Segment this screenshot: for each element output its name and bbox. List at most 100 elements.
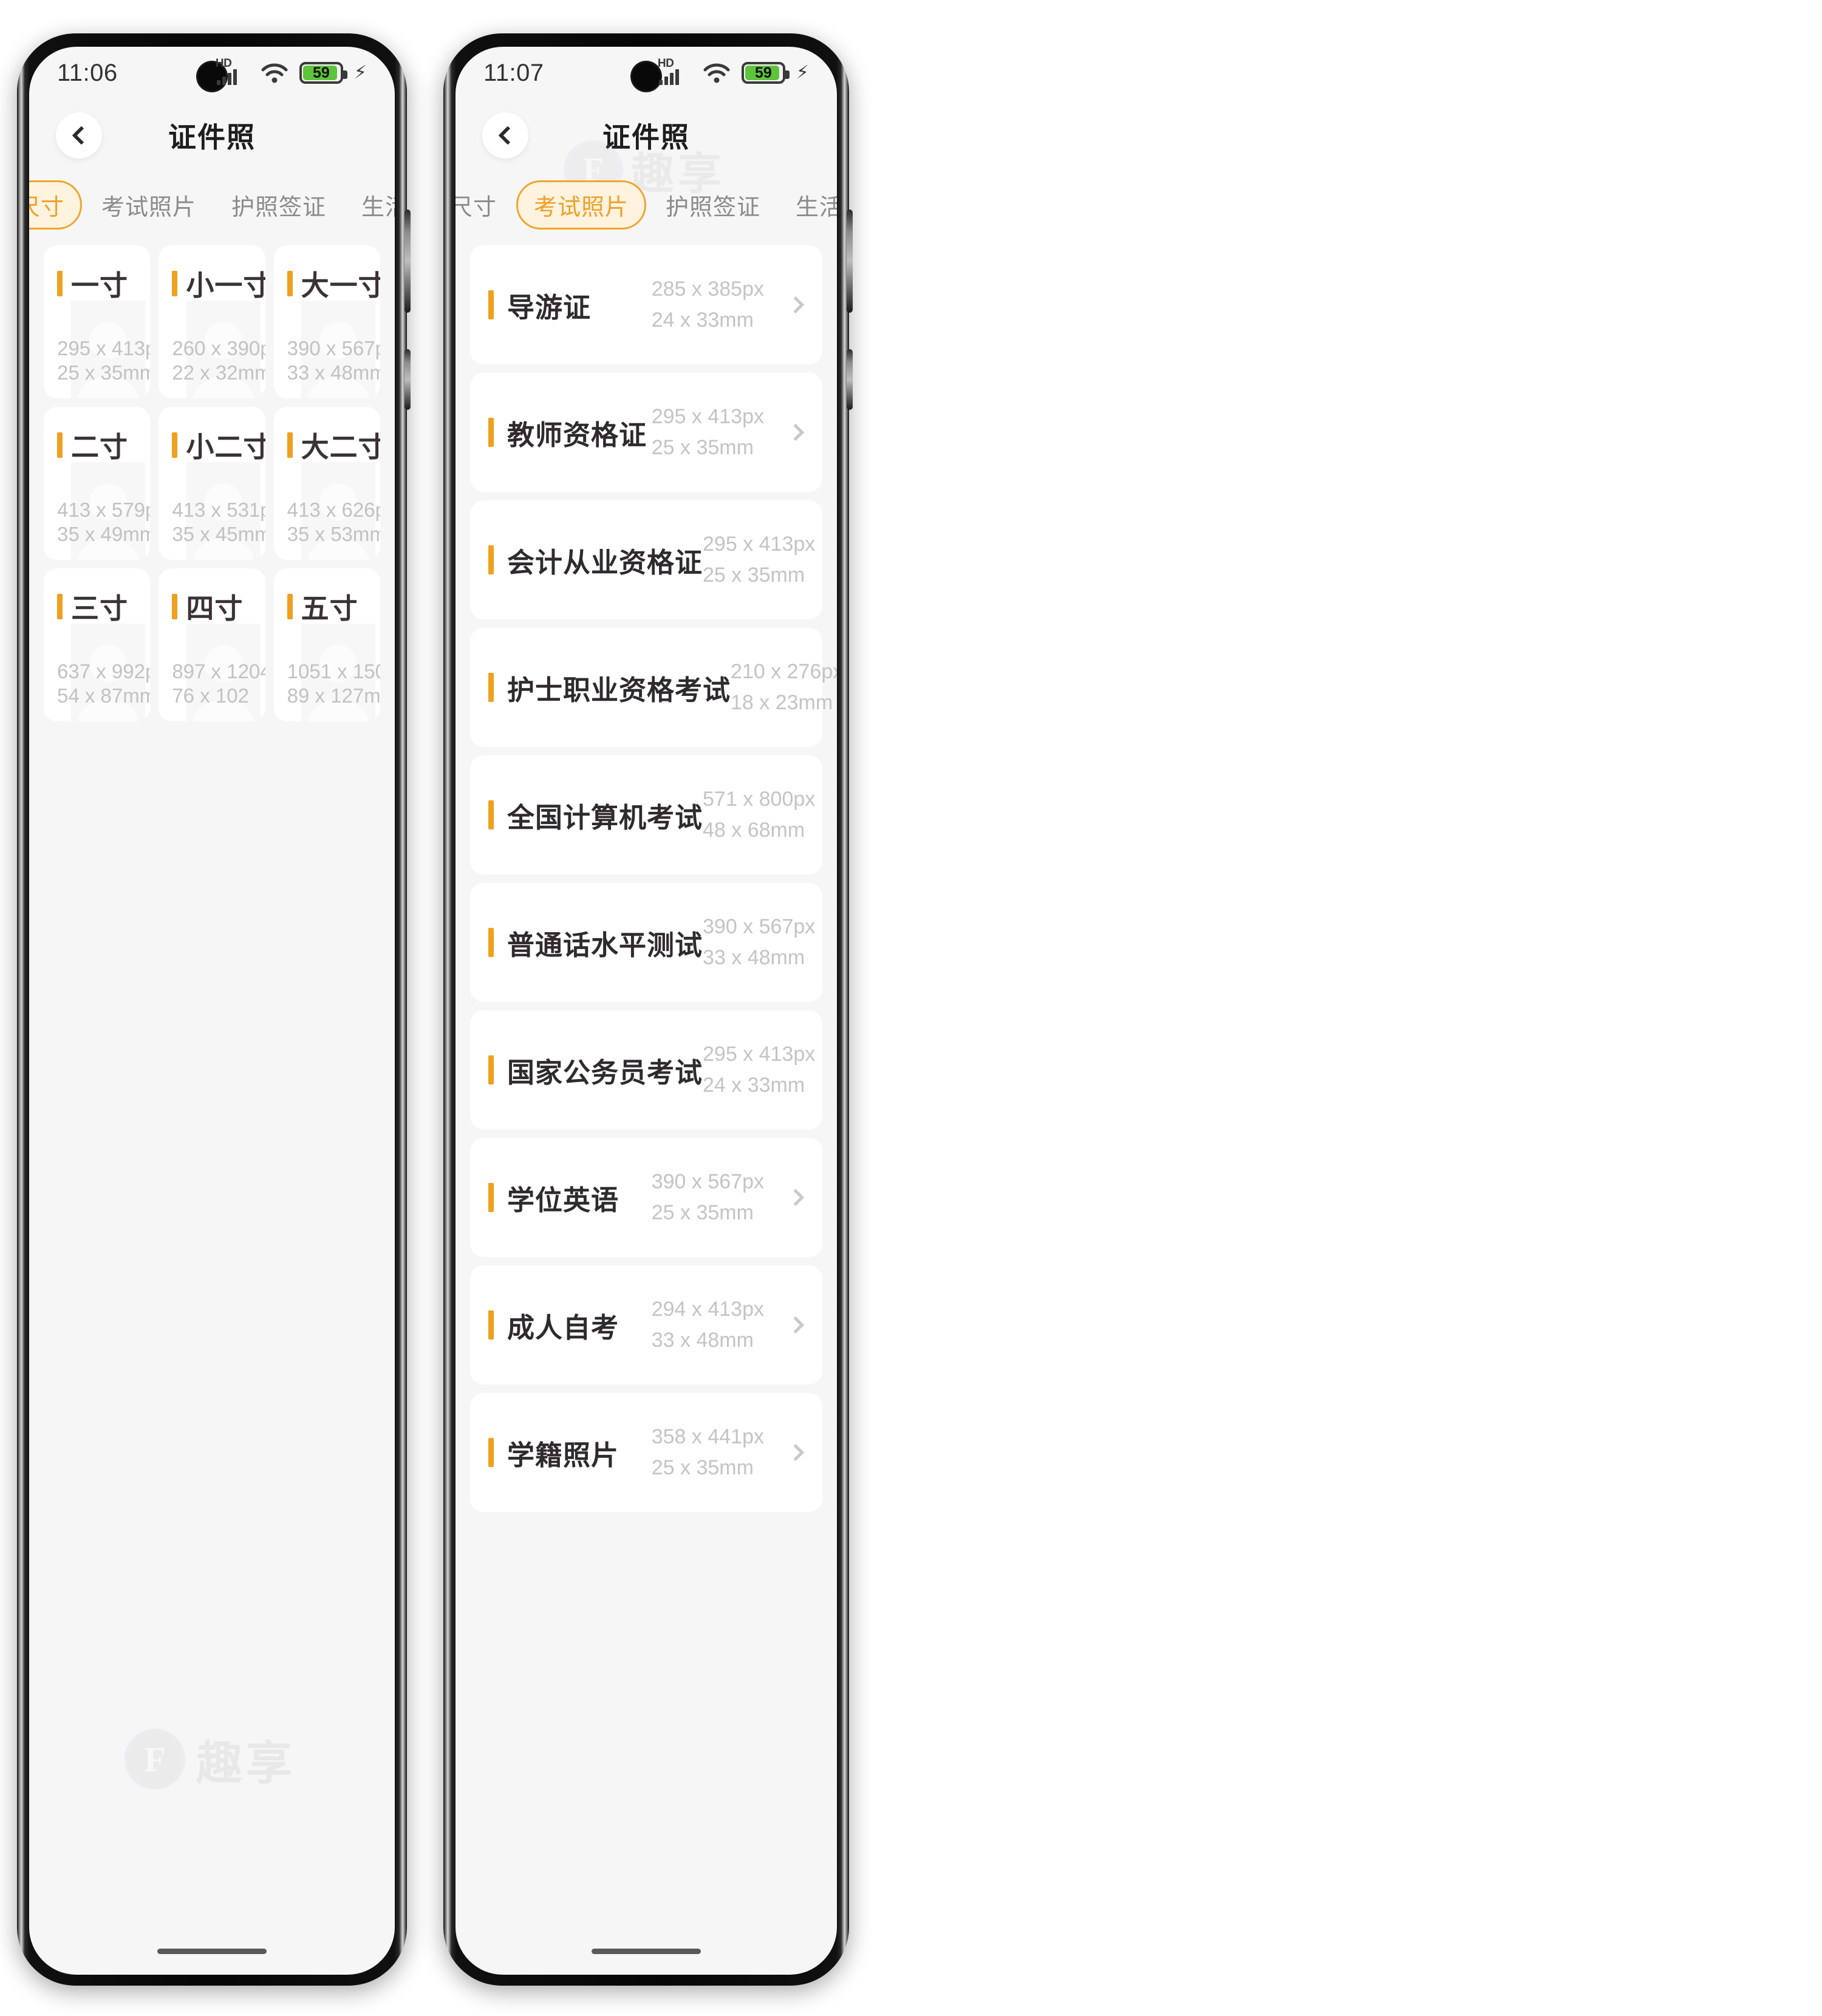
size-card-dims: 413 x 626px 35 x 53mm (287, 498, 380, 547)
tab-passport-visa[interactable]: 护照签证 (650, 181, 776, 229)
list-item[interactable]: 导游证 285 x 385px 24 x 33mm (470, 245, 822, 364)
size-px: 390 x 567px (703, 915, 816, 938)
chevron-right-icon (786, 423, 805, 441)
chevron-right-icon (786, 1443, 805, 1462)
size-card-name: 小二寸 (186, 431, 265, 463)
accent-bar (57, 271, 63, 296)
nav-bar-left: 证件照 (29, 99, 395, 172)
size-mm: 25 x 35mm (651, 436, 754, 459)
tab-exam-photos[interactable]: 考试照片 (516, 180, 646, 230)
size-card[interactable]: 三寸 637 x 992px 54 x 87mm (44, 568, 151, 721)
size-px: 358 x 441px (651, 1425, 764, 1448)
list-item-name: 普通话水平测试 (507, 929, 703, 961)
list-item[interactable]: 学籍照片 358 x 441px 25 x 35mm (470, 1393, 822, 1512)
accent-bar (57, 432, 63, 458)
back-button[interactable] (482, 112, 528, 158)
size-card[interactable]: 小二寸 413 x 531px 35 x 45mm (159, 407, 265, 560)
list-item[interactable]: 护士职业资格考试 210 x 276px 18 x 23mm (470, 628, 837, 747)
list-item-name: 全国计算机考试 (507, 802, 703, 833)
size-card[interactable]: 一寸 295 x 413px 25 x 35mm (44, 245, 151, 398)
power-button[interactable] (847, 349, 853, 410)
volume-button[interactable] (404, 209, 411, 313)
tab-life-other[interactable]: 生活其他 (346, 181, 395, 229)
accent-bar (488, 1438, 494, 1467)
chevron-left-icon (497, 126, 517, 145)
size-px: 413 x 579px (57, 498, 150, 521)
tab-exam-photos[interactable]: 考试照片 (86, 181, 212, 229)
brand-logo-letter: F (144, 1739, 166, 1779)
status-clock: 11:06 (57, 59, 118, 86)
phone-left: 11:06 HD 59 ⚡ 证件照 寸 考试照片 护照签证 生 一寸 295 x… (17, 33, 411, 1986)
accent-bar (172, 594, 178, 619)
list-item-name: 学位英语 (507, 1184, 619, 1216)
power-button[interactable] (404, 349, 411, 410)
charging-bolt-icon: ⚡ (796, 63, 809, 83)
accent-bar (488, 800, 494, 829)
size-mm: 25 x 35mm (57, 361, 151, 384)
size-card-name: 五寸 (301, 593, 358, 624)
size-px: 294 x 413px (651, 1298, 764, 1321)
size-px: 390 x 567px (651, 1170, 764, 1193)
size-card-name: 四寸 (186, 593, 244, 624)
list-item[interactable]: 国家公务员考试 295 x 413px 24 x 33mm (470, 1010, 822, 1129)
app-watermark: F 趣享 (29, 1726, 395, 1793)
size-mm: 22 x 32mm (172, 361, 265, 384)
size-mm: 25 x 35mm (651, 1201, 754, 1224)
size-card-dims: 413 x 531px 35 x 45mm (172, 498, 265, 547)
screenshot-stage: 11:06 HD 59 ⚡ 证件照 寸 考试照片 护照签证 生 一寸 295 x… (0, 0, 1822, 2016)
size-mm: 24 x 33mm (703, 1074, 805, 1097)
size-card-name: 大二寸 (301, 431, 380, 463)
size-px: 210 x 276px (731, 660, 837, 683)
size-card[interactable]: 五寸 1051 x 1500px 89 x 127mm (273, 568, 380, 721)
accent-bar (488, 545, 494, 574)
size-mm: 35 x 53mm (287, 522, 380, 545)
size-px: 413 x 531px (172, 498, 265, 521)
signal-bars-icon: HD (658, 57, 692, 85)
size-card[interactable]: 四寸 897 x 1204px 76 x 102 (159, 568, 265, 721)
size-card-dims: 413 x 579px 35 x 49mm (57, 498, 150, 547)
list-item-dims: 294 x 413px 33 x 48mm (652, 1294, 764, 1356)
list-item-name: 导游证 (507, 291, 592, 323)
size-card[interactable]: 二寸 413 x 579px 35 x 49mm (44, 407, 151, 560)
back-button[interactable] (56, 112, 102, 158)
battery-icon: 59 (741, 62, 790, 84)
size-mm: 18 x 23mm (731, 691, 833, 714)
size-mm: 35 x 45mm (172, 522, 265, 545)
tab-regular-sizes[interactable]: 常规尺寸 (29, 180, 82, 230)
accent-bar (488, 928, 494, 957)
tab-life-other[interactable]: 生活其他 (780, 181, 837, 229)
size-px: 295 x 413px (651, 405, 764, 428)
list-item[interactable]: 普通话水平测试 390 x 567px 33 x 48mm (470, 883, 822, 1002)
wifi-icon (703, 62, 731, 84)
size-mm: 89 x 127mm (287, 684, 380, 707)
size-px: 571 x 800px (703, 788, 816, 811)
list-item[interactable]: 教师资格证 295 x 413px 25 x 35mm (470, 373, 822, 492)
size-card[interactable]: 大二寸 413 x 626px 35 x 53mm (273, 407, 380, 560)
size-card-name: 大一寸 (301, 270, 380, 301)
size-mm: 24 x 33mm (651, 308, 754, 332)
chevron-right-icon (786, 1188, 805, 1207)
list-item[interactable]: 成人自考 294 x 413px 33 x 48mm (470, 1265, 822, 1384)
speaker-grill (157, 1949, 267, 1954)
list-item-name: 教师资格证 (507, 419, 647, 451)
tab-regular-sizes[interactable]: 常规尺寸 (455, 181, 513, 229)
size-card-dims: 637 x 992px 54 x 87mm (57, 659, 150, 709)
size-card-name: 一寸 (71, 270, 128, 301)
accent-bar (488, 1183, 494, 1212)
size-mm: 25 x 35mm (703, 564, 805, 587)
list-item[interactable]: 学位英语 390 x 567px 25 x 35mm (470, 1138, 822, 1257)
status-bar-right: 11:07 HD 59 ⚡ (455, 47, 837, 99)
tab-passport-visa[interactable]: 护照签证 (216, 181, 342, 229)
size-card[interactable]: 大一寸 390 x 567px 33 x 48mm (273, 245, 380, 398)
list-item[interactable]: 全国计算机考试 571 x 800px 48 x 68mm (470, 755, 822, 874)
size-card-dims: 897 x 1204px 76 x 102 (172, 659, 265, 709)
list-item-dims: 358 x 441px 25 x 35mm (652, 1422, 764, 1483)
size-px: 390 x 567px (287, 336, 380, 359)
size-card[interactable]: 小一寸 260 x 390px 22 x 32mm (159, 245, 265, 398)
size-mm: 35 x 49mm (57, 522, 151, 545)
accent-bar (287, 271, 293, 296)
size-card-name: 三寸 (71, 593, 128, 624)
list-item[interactable]: 会计从业资格证 295 x 413px 25 x 35mm (470, 500, 822, 619)
volume-button[interactable] (847, 209, 853, 313)
size-card-dims: 1051 x 1500px 89 x 127mm (287, 659, 380, 709)
